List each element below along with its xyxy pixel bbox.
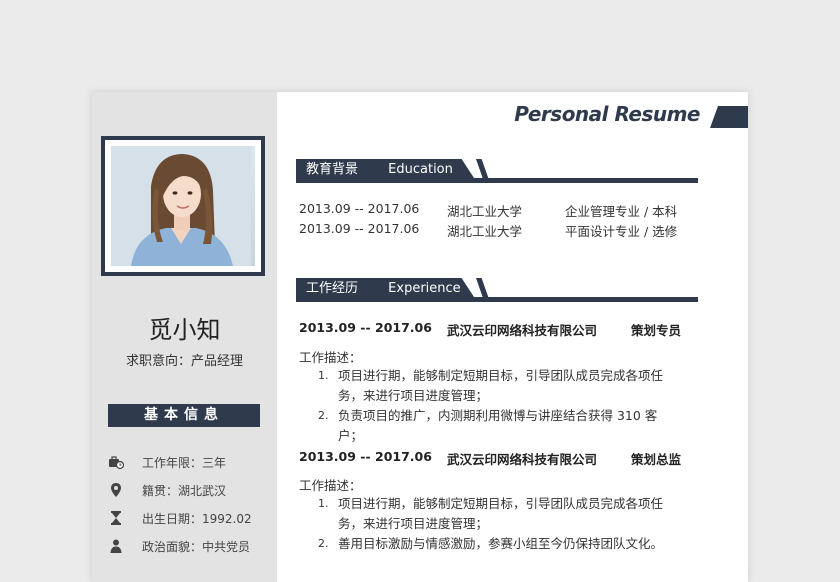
job-description-label: 工作描述： xyxy=(299,478,362,493)
title-accent-bar xyxy=(710,106,748,128)
education-title-cn: 教育背景 xyxy=(306,162,359,177)
job-description-item: 1. 项目进行期，能够制定短期目标，引导团队成员完成各项任务，来进行项目进度管理… xyxy=(318,494,678,534)
info-hometown: 籍贯：湖北武汉 xyxy=(108,480,268,500)
job-period: 2013.09 -- 2017.06 xyxy=(299,449,432,464)
education-row: 2013.09 -- 2017.06 湖北工业大学 平面设计专业 / 选修 xyxy=(299,221,699,239)
job-period: 2013.09 -- 2017.06 xyxy=(299,320,432,335)
item-text: 项目进行期，能够制定短期目标，引导团队成员完成各项任务，来进行项目进度管理； xyxy=(338,368,664,403)
portrait-illustration xyxy=(111,146,251,266)
experience-title-cn: 工作经历 xyxy=(306,281,359,296)
person-icon xyxy=(108,538,124,554)
candidate-name: 觅小知 xyxy=(148,316,221,344)
job-company: 武汉云印网络科技有限公司 xyxy=(447,452,598,467)
item-number: 1. xyxy=(318,369,329,382)
page-title: Personal Resume xyxy=(514,102,700,126)
job-description-item: 2. 负责项目的推广，内测期利用微博与讲座结合获得 310 客户； xyxy=(318,406,678,446)
job-role: 策划总监 xyxy=(631,452,682,467)
job-description-item: 1. 项目进行期，能够制定短期目标，引导团队成员完成各项任务，来进行项目进度管理… xyxy=(318,366,678,406)
job-header: 2013.09 -- 2017.06 武汉云印网络科技有限公司 策划专员 xyxy=(299,320,699,338)
profile-photo-frame xyxy=(101,136,265,276)
job-intent: 求职意向：产品经理 xyxy=(125,354,243,369)
job-role: 策划专员 xyxy=(631,323,682,338)
job-header: 2013.09 -- 2017.06 武汉云印网络科技有限公司 策划总监 xyxy=(299,449,699,467)
experience-section-header: 工作经历 Experience xyxy=(296,278,698,302)
info-birthdate-text: 出生日期：1992.02 xyxy=(142,511,252,526)
item-number: 1. xyxy=(318,497,329,510)
education-row: 2013.09 -- 2017.06 湖北工业大学 企业管理专业 / 本科 xyxy=(299,201,699,219)
education-section-header: 教育背景 Education xyxy=(296,159,698,183)
info-hometown-text: 籍贯：湖北武汉 xyxy=(142,483,227,498)
basic-info-title: 基本信息 xyxy=(108,404,260,427)
info-political-text: 政治面貌：中共党员 xyxy=(142,539,251,554)
info-work-years: 工作年限：三年 xyxy=(108,452,268,472)
item-number: 2. xyxy=(318,537,329,550)
info-work-years-text: 工作年限：三年 xyxy=(142,455,227,470)
item-text: 项目进行期，能够制定短期目标，引导团队成员完成各项任务，来进行项目进度管理； xyxy=(338,496,664,531)
location-pin-icon xyxy=(108,482,124,498)
job-description-label: 工作描述： xyxy=(299,350,362,365)
sidebar: 觅小知 求职意向：产品经理 基本信息 工作年限：三年 籍贯：湖北武汉 出生日期：… xyxy=(92,92,277,582)
info-birthdate: 出生日期：1992.02 xyxy=(108,508,268,528)
education-label: 教育背景 Education xyxy=(296,159,476,181)
education-period: 2013.09 -- 2017.06 xyxy=(299,221,420,236)
education-period: 2013.09 -- 2017.06 xyxy=(299,201,420,216)
briefcase-clock-icon xyxy=(108,454,124,470)
experience-label: 工作经历 Experience xyxy=(296,278,476,300)
info-political: 政治面貌：中共党员 xyxy=(108,536,268,556)
education-title-en: Education xyxy=(388,162,453,177)
item-number: 2. xyxy=(318,409,329,422)
education-major: 企业管理专业 / 本科 xyxy=(565,204,678,219)
hourglass-icon xyxy=(108,510,124,526)
item-text: 善用目标激励与情感激励，参赛小组至今仍保持团队文化。 xyxy=(338,536,664,551)
experience-title-en: Experience xyxy=(388,281,461,296)
resume-page: 觅小知 求职意向：产品经理 基本信息 工作年限：三年 籍贯：湖北武汉 出生日期：… xyxy=(92,92,748,582)
profile-photo xyxy=(111,146,255,266)
item-text: 负责项目的推广，内测期利用微博与讲座结合获得 310 客户； xyxy=(338,408,658,443)
education-school: 湖北工业大学 xyxy=(447,224,523,239)
job-company: 武汉云印网络科技有限公司 xyxy=(447,323,598,338)
main-content: Personal Resume 教育背景 Education 2013.09 -… xyxy=(277,92,748,582)
education-school: 湖北工业大学 xyxy=(447,204,523,219)
education-major: 平面设计专业 / 选修 xyxy=(565,224,678,239)
job-description-item: 2. 善用目标激励与情感激励，参赛小组至今仍保持团队文化。 xyxy=(318,534,678,554)
